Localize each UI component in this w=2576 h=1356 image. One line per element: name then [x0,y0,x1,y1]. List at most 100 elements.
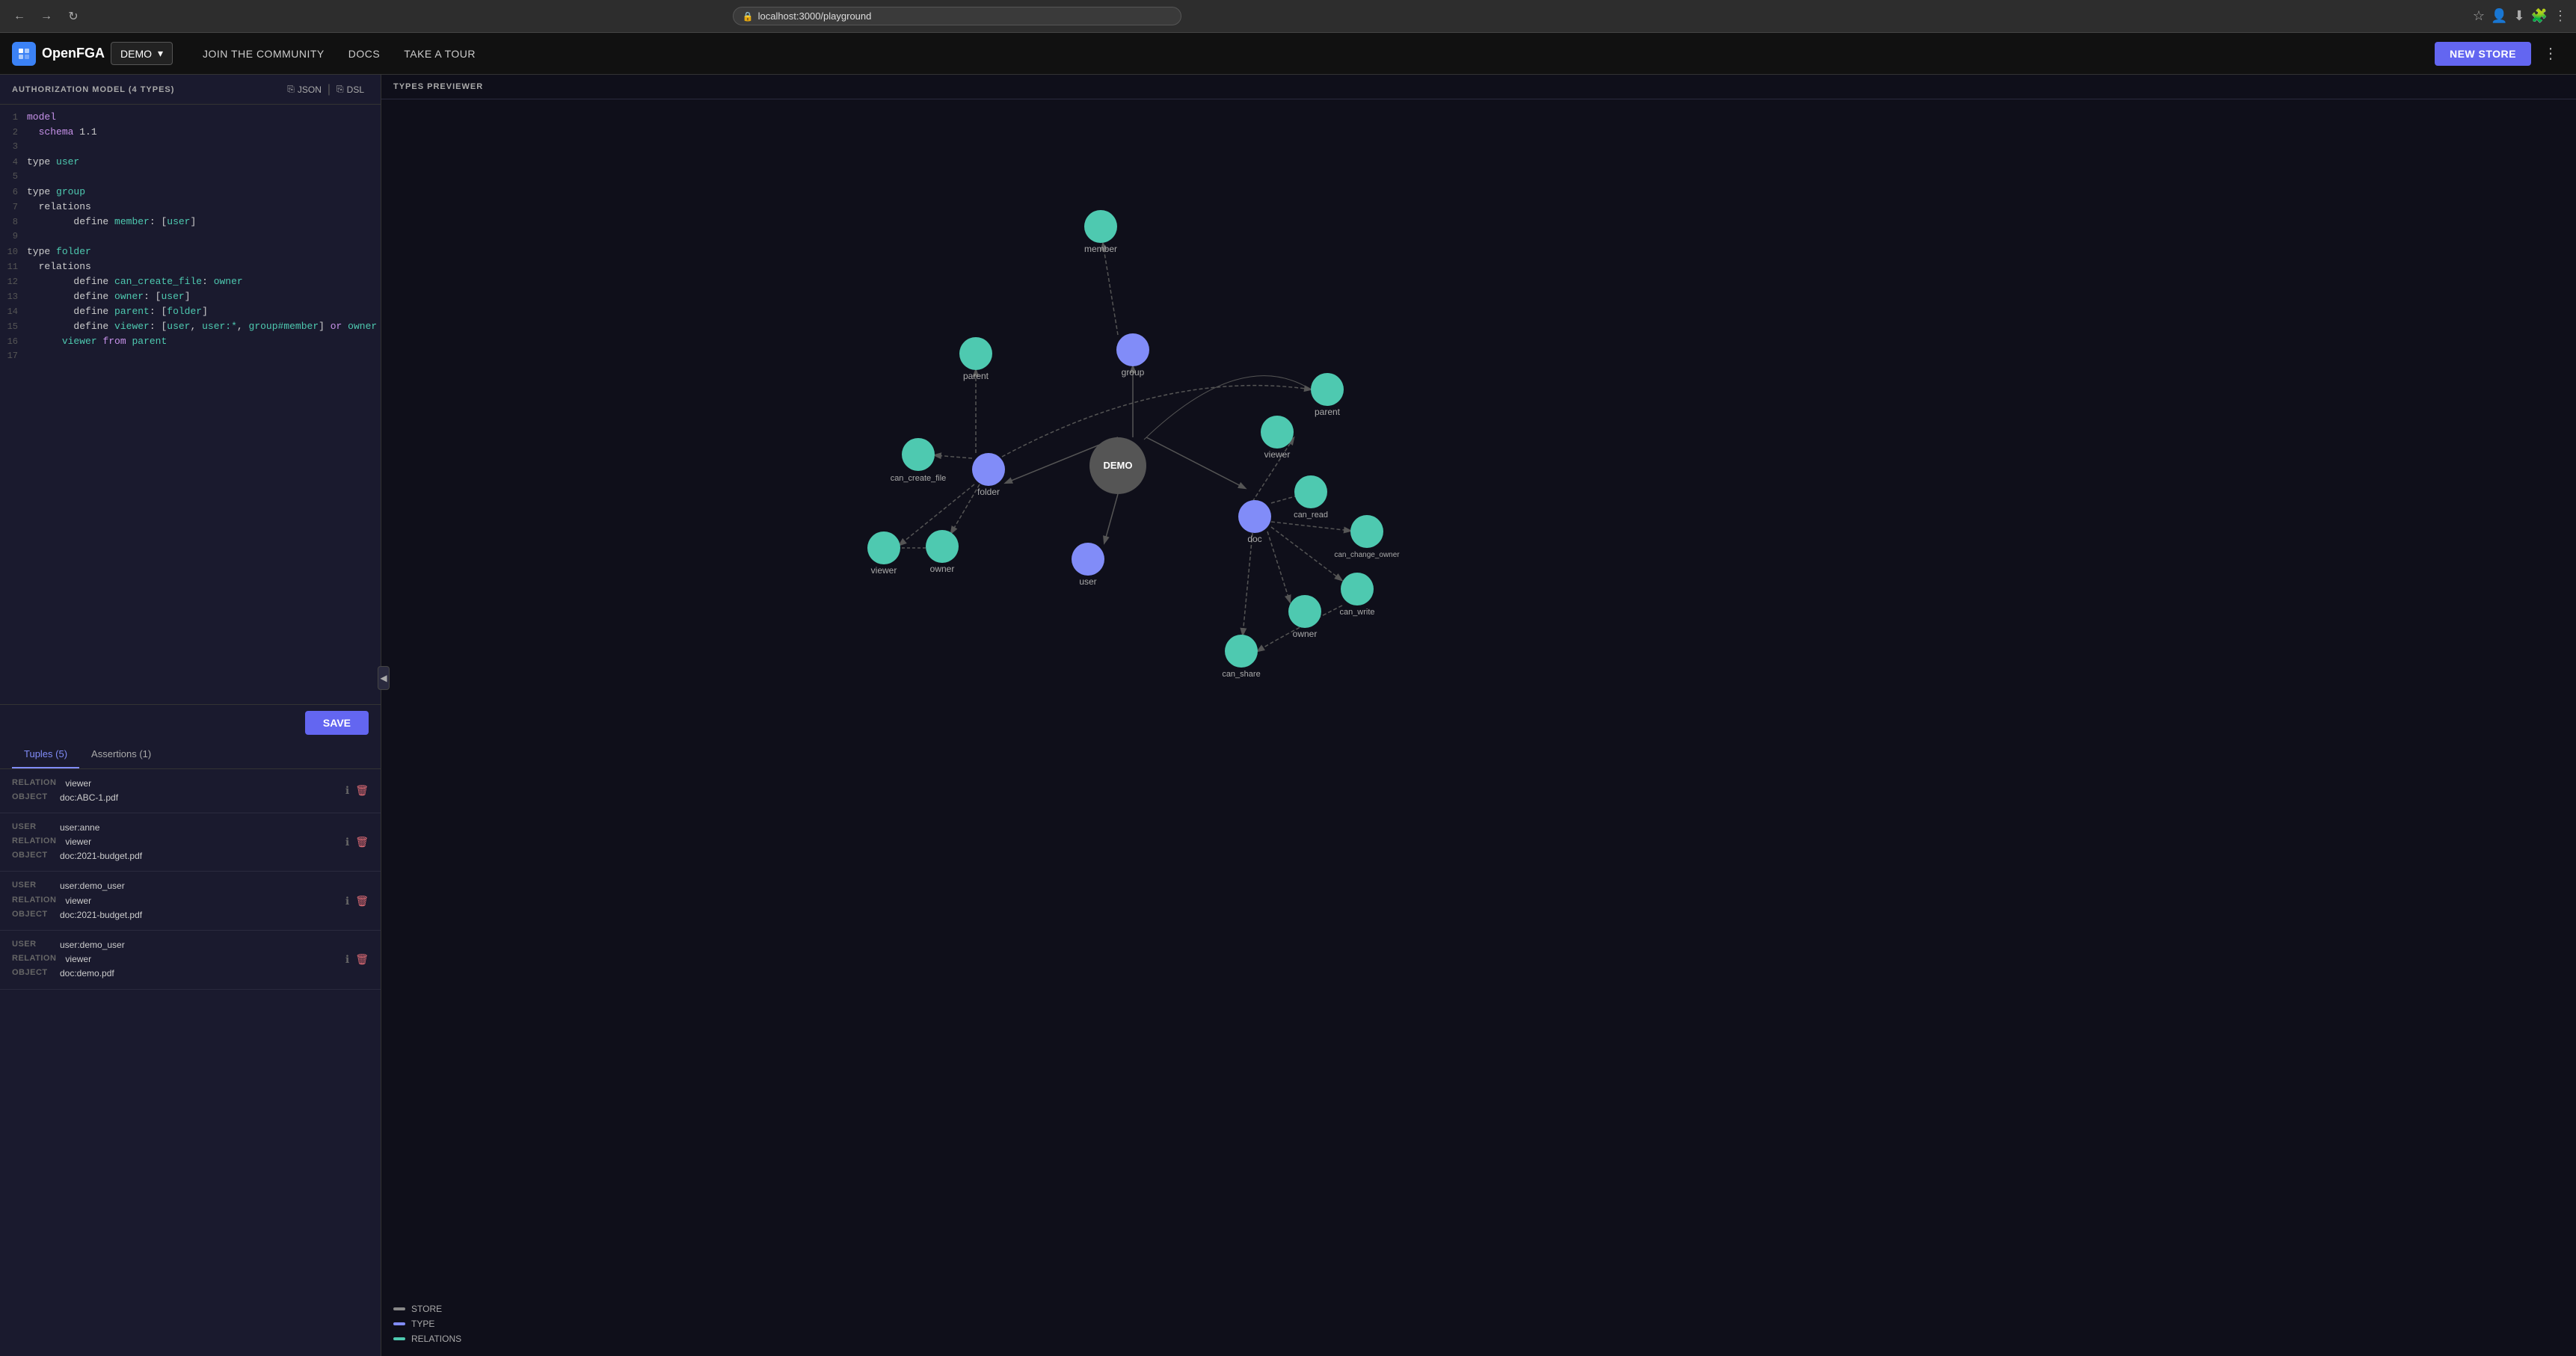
url-text: localhost:3000/playground [758,10,872,22]
json-format-button[interactable]: ⎘ JSON [283,82,326,96]
address-text: 🔒 [743,11,754,22]
line-content: type group [27,186,85,197]
line-number: 12 [0,277,27,287]
tuple-actions: ℹ🗑 [345,836,369,848]
node-member[interactable] [1084,210,1117,243]
tuple-item: USERuser:demo_userRELATIONviewerOBJECTdo… [0,931,381,990]
code-line: 13 define owner: [user] [0,290,381,305]
label-can-create-file: can_create_file [891,474,947,483]
tuple-delete-button[interactable]: 🗑 [355,895,369,907]
reload-button[interactable]: ↻ [63,6,84,27]
label-member: member [1084,244,1117,254]
back-button[interactable]: ← [9,6,30,27]
tuple-row: RELATIONviewer [12,952,345,967]
code-line: 2 schema 1.1 [0,126,381,141]
download-button[interactable]: ⬇ [2513,8,2524,24]
tuple-label: RELATION [12,894,56,908]
code-editor[interactable]: 1 model 2 schema 1.1 3 4 type user 5 6 t… [0,105,381,704]
line-number: 5 [0,171,27,182]
node-can-write[interactable] [1341,573,1374,605]
demo-dropdown[interactable]: DEMO ▾ [111,42,173,65]
code-line: 11 relations [0,260,381,275]
dsl-format-button[interactable]: ⎘ DSL [332,82,369,96]
legend-store-label: STORE [411,1304,442,1314]
nav-docs[interactable]: DOCS [336,42,392,66]
line-content: define can_create_file: owner [27,276,243,287]
node-viewer-right[interactable] [1261,416,1294,449]
code-line: 9 [0,230,381,245]
node-can-change-owner[interactable] [1350,515,1383,548]
node-user[interactable] [1072,543,1104,576]
tuple-label: OBJECT [12,908,51,922]
more-menu-button[interactable]: ⋮ [2537,41,2564,66]
legend-type-label: TYPE [411,1319,434,1329]
address-bar[interactable]: 🔒 localhost:3000/playground [733,7,1181,25]
tuple-item: USERuser:anneRELATIONviewerOBJECTdoc:202… [0,813,381,872]
tuple-label: OBJECT [12,791,51,805]
auth-model-title: AUTHORIZATION MODEL (4 TYPES) [12,85,283,94]
code-line: 12 define can_create_file: owner [0,275,381,290]
tuple-value: doc:demo.pdf [60,967,114,981]
line-number: 8 [0,217,27,227]
copy-icon: ⎘ [287,84,295,95]
line-number: 1 [0,112,27,123]
tuple-value: viewer [65,835,91,849]
tuple-label: RELATION [12,835,56,849]
tab-tuples[interactable]: Tuples (5) [12,741,79,768]
code-line: 6 type group [0,185,381,200]
new-store-button[interactable]: NEW STORE [2435,42,2531,66]
save-button[interactable]: SAVE [305,711,369,735]
logo-area: OpenFGA [12,42,105,66]
tuple-info-button[interactable]: ℹ [345,895,349,907]
code-line: 17 [0,350,381,365]
line-content: define viewer: [user, user:*, group#memb… [27,321,381,332]
profile-button[interactable]: 👤 [2491,8,2507,24]
tuple-info-button[interactable]: ℹ [345,836,349,848]
browser-icons: ☆ 👤 ⬇ 🧩 ⋮ [2473,8,2567,24]
node-group[interactable] [1116,333,1149,366]
tuple-label: OBJECT [12,849,51,863]
legend-type-dot [393,1322,405,1325]
bookmark-button[interactable]: ☆ [2473,8,2485,24]
line-content: type user [27,156,79,167]
label-can-share: can_share [1222,670,1260,679]
label-DEMO: DEMO [1104,460,1133,471]
tuple-label: OBJECT [12,967,51,981]
tuple-delete-button[interactable]: 🗑 [355,953,369,966]
left-panel: AUTHORIZATION MODEL (4 TYPES) ⎘ JSON | ⎘… [0,75,381,1356]
code-line: 10 type folder [0,245,381,260]
tuple-label: USER [12,879,51,893]
label-can-read: can_read [1294,511,1328,520]
collapse-handle[interactable]: ◀ [378,666,390,690]
menu-button[interactable]: ⋮ [2554,8,2567,24]
node-doc[interactable] [1238,500,1271,533]
node-can-read[interactable] [1294,475,1327,508]
nav-tour[interactable]: TAKE A TOUR [392,42,488,66]
line-number: 10 [0,247,27,257]
tuple-row: RELATION viewer [12,835,345,849]
tuple-value: viewer [65,777,91,791]
node-can-share[interactable] [1225,635,1258,668]
tuple-row: RELATIONviewer [12,894,345,908]
node-parent-top[interactable] [959,337,992,370]
tuple-info-button[interactable]: ℹ [345,953,349,966]
tuple-info-button[interactable]: ℹ [345,784,349,797]
tab-assertions[interactable]: Assertions (1) [79,741,163,768]
node-owner-left[interactable] [926,530,959,563]
forward-button[interactable]: → [36,6,57,27]
tuple-delete-button[interactable]: 🗑 [355,784,369,797]
node-can-create-file[interactable] [902,438,935,471]
label-folder: folder [977,487,1000,497]
node-owner-right[interactable] [1288,595,1321,628]
extensions-button[interactable]: 🧩 [2531,8,2548,24]
line-number: 4 [0,157,27,167]
tuple-delete-button[interactable]: 🗑 [355,836,369,848]
node-folder[interactable] [972,453,1005,486]
nav-community[interactable]: JOIN THE COMMUNITY [191,42,336,66]
line-number: 2 [0,127,27,138]
node-parent-right[interactable] [1311,373,1344,406]
legend-relations-label: RELATIONS [411,1334,461,1344]
node-viewer-left[interactable] [867,531,900,564]
legend-relations-dot [393,1337,405,1340]
line-content: relations [27,201,91,212]
